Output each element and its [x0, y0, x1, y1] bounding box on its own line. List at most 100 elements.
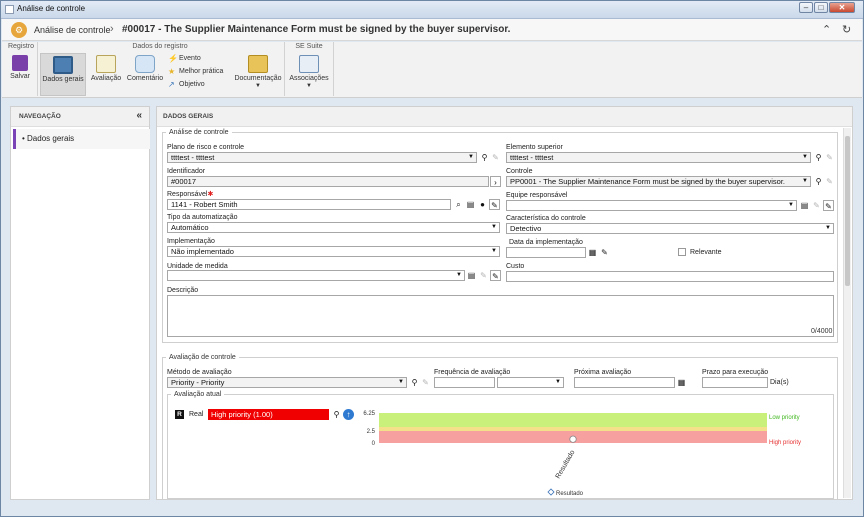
next-arrow-icon[interactable]: › [490, 176, 501, 187]
dropdown-caret-icon: ▼ [255, 83, 261, 89]
real-value-bar: High priority (1.00) [208, 409, 329, 420]
equipe-label: Equipe responsável [506, 192, 568, 199]
lightning-icon: ⚡ [168, 54, 178, 63]
real-badge: R [175, 410, 184, 419]
collapse-header-icon[interactable]: ⌃ [822, 23, 831, 36]
group-label-registro: Registro [7, 43, 35, 50]
identificador-field[interactable]: #00017 [167, 176, 489, 187]
save-button[interactable]: Salvar [6, 53, 34, 96]
app-icon [5, 5, 14, 14]
chevron-down-icon: ▼ [825, 225, 831, 231]
document-icon[interactable]: ▤ [465, 199, 476, 210]
evento-button[interactable]: ⚡Evento [168, 55, 201, 63]
associacoes-button[interactable]: Associações ▼ [288, 53, 330, 96]
data-point-resultado [569, 435, 577, 443]
caracteristica-select[interactable]: Detectivo ▼ [506, 223, 834, 234]
comentario-button[interactable]: Comentário [126, 53, 164, 96]
melhor-pratica-button[interactable]: ★ Melhor prática [168, 68, 223, 76]
title-bar: Análise de controle – □ ✕ [1, 1, 863, 19]
minimize-button[interactable]: – [799, 2, 813, 13]
document-icon[interactable]: ▤ [466, 270, 477, 281]
data-implementacao-label: Data da implementação [509, 239, 583, 246]
descricao-textarea[interactable] [167, 295, 834, 337]
frequencia-unit-select[interactable]: ▼ [497, 377, 564, 388]
prazo-field[interactable] [702, 377, 768, 388]
frequencia-field[interactable] [434, 377, 495, 388]
equipe-select[interactable]: ▼ [506, 200, 797, 211]
clear-icon[interactable]: ✎ [489, 199, 500, 210]
binoculars-icon[interactable]: ⚲ [331, 409, 342, 420]
legend-marker-icon [547, 488, 555, 496]
tipo-select[interactable]: Automático ▼ [167, 222, 500, 233]
metodo-label: Método de avaliação [167, 369, 232, 376]
y-tick-label: 0 [372, 441, 376, 447]
comment-icon [135, 55, 155, 73]
search-icon[interactable]: ⌕ [453, 199, 464, 210]
real-label: Real [189, 411, 204, 418]
unidade-select[interactable]: ▼ [167, 270, 465, 281]
implementacao-value: Não implementado [171, 247, 234, 256]
clear-icon[interactable]: ✎ [420, 377, 431, 388]
binoculars-icon[interactable]: ⚲ [813, 176, 824, 187]
chevron-down-icon: ▼ [491, 248, 497, 254]
relevante-label: Relevante [690, 249, 722, 256]
collapse-nav-icon[interactable]: « [136, 110, 142, 121]
close-button[interactable]: ✕ [829, 2, 855, 13]
record-type-icon: ⚙ [11, 22, 27, 38]
relevante-checkbox[interactable] [678, 248, 686, 256]
edit-icon[interactable]: ✎ [811, 200, 822, 211]
controle-select[interactable]: PP0001 - The Supplier Maintenance Form m… [506, 176, 811, 187]
metodo-select[interactable]: Priority - Priority ▼ [167, 377, 407, 388]
ribbon-divider [37, 42, 38, 96]
clear-icon[interactable]: ✎ [823, 200, 834, 211]
nav-item-dados-gerais[interactable]: • Dados gerais [13, 129, 150, 149]
avaliacao-legend: Avaliação de controle [169, 354, 236, 361]
calendar-icon[interactable]: ▦ [676, 377, 687, 388]
tipo-value: Automático [171, 223, 209, 232]
identificador-label: Identificador [167, 168, 206, 175]
breadcrumb[interactable]: Análise de controle [34, 25, 111, 35]
app-window: Análise de controle – □ ✕ ⚙ Análise de c… [0, 0, 864, 517]
refresh-icon[interactable]: ↻ [842, 23, 851, 36]
custo-label: Custo [506, 263, 525, 270]
avaliacao-button[interactable]: Avaliação [89, 53, 123, 96]
clear-icon[interactable]: ✎ [824, 152, 835, 163]
calendar-icon[interactable]: ▦ [587, 247, 598, 258]
proxima-field[interactable] [574, 377, 675, 388]
maximize-button[interactable]: □ [814, 2, 828, 13]
scrollbar-thumb[interactable] [845, 136, 850, 286]
clear-icon[interactable]: ✎ [599, 247, 610, 258]
elemento-select[interactable]: ttttest - ttttest ▼ [506, 152, 811, 163]
objetivo-button[interactable]: ↗ Objetivo [168, 81, 205, 89]
identificador-value: #00017 [171, 177, 197, 186]
implementacao-select[interactable]: Não implementado ▼ [167, 246, 500, 257]
chevron-down-icon: ▼ [555, 379, 561, 385]
avaliacao-label: Avaliação [90, 75, 122, 82]
record-header: ⚙ Análise de controle › #00017 - The Sup… [2, 19, 862, 41]
evaluation-chart: Low priority High priority 6.25 2.5 0 Resulta… [363, 411, 801, 497]
proxima-label: Próxima avaliação [574, 369, 632, 376]
edit-icon[interactable]: ✎ [478, 270, 489, 281]
analise-legend: Análise de controle [169, 129, 229, 136]
clear-icon[interactable]: ✎ [824, 176, 835, 187]
plano-select[interactable]: ttttest - ttttest ▼ [167, 152, 477, 163]
binoculars-icon[interactable]: ⚲ [409, 377, 420, 388]
descricao-counter: 0/4000 [811, 328, 833, 335]
star-icon: ★ [168, 67, 176, 76]
dados-gerais-button[interactable]: Dados gerais [40, 53, 86, 96]
chevron-down-icon: ▼ [788, 202, 794, 208]
responsavel-field[interactable]: 1141 - Robert Smith [167, 199, 451, 210]
metodo-value: Priority - Priority [171, 378, 225, 387]
data-implementacao-field[interactable] [506, 247, 586, 258]
nav-item-label: Dados gerais [27, 134, 75, 143]
binoculars-icon[interactable]: ⚲ [479, 152, 490, 163]
document-icon[interactable]: ▤ [799, 200, 810, 211]
binoculars-icon[interactable]: ⚲ [813, 152, 824, 163]
responsavel-label-text: Responsável [167, 191, 208, 198]
clear-icon[interactable]: ✎ [490, 152, 501, 163]
vertical-scrollbar[interactable] [843, 128, 851, 498]
user-icon[interactable]: ● [477, 199, 488, 210]
clear-icon[interactable]: ✎ [490, 270, 501, 281]
documentacao-button[interactable]: Documentação ▼ [234, 53, 282, 96]
custo-field[interactable] [506, 271, 834, 282]
